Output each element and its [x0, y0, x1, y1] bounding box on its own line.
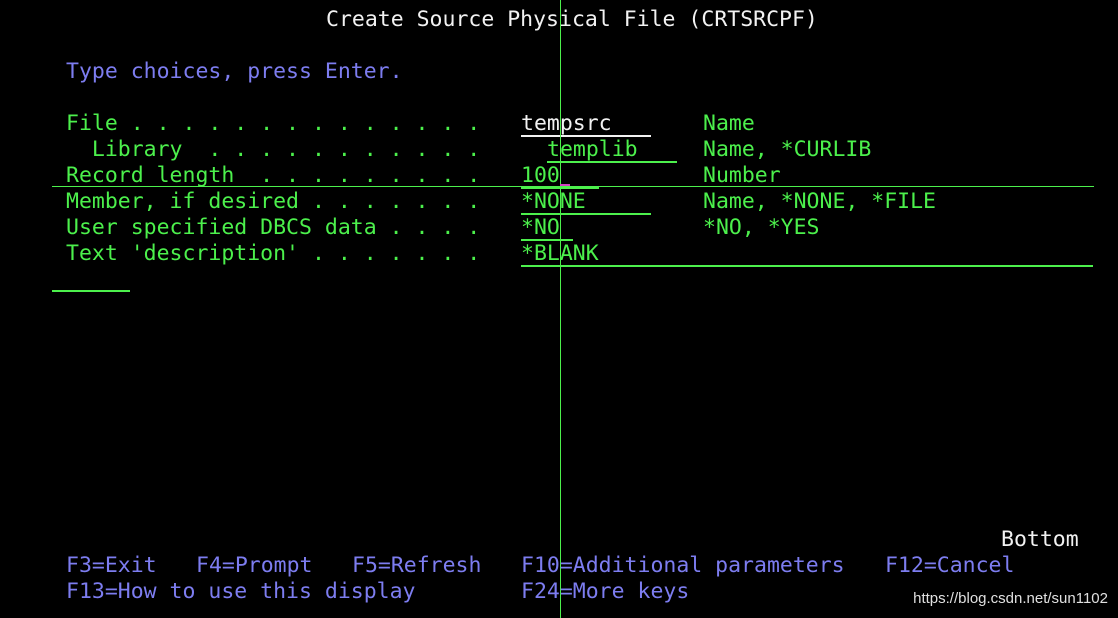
f12-cancel-key[interactable]: F12=Cancel: [885, 553, 1014, 579]
f10-additional-parameters-key[interactable]: F10=Additional parameters: [521, 553, 845, 579]
library-input[interactable]: templib: [547, 137, 677, 163]
file-input[interactable]: tempsrc: [521, 111, 651, 137]
file-hint: Name: [703, 111, 755, 136]
bottom-indicator: Bottom: [1001, 527, 1079, 552]
cursor-horizontal-line: [52, 186, 1094, 187]
text-description-input[interactable]: *BLANK: [521, 241, 1093, 267]
cursor-position-marker: [560, 184, 570, 186]
library-label: Library . . . . . . . . . . .: [66, 137, 481, 162]
library-hint: Name, *CURLIB: [703, 137, 872, 162]
text-description-continuation[interactable]: [52, 290, 130, 292]
dbcs-hint: *NO, *YES: [703, 215, 820, 240]
text-description-label: Text 'description' . . . . . . .: [66, 241, 481, 266]
dbcs-input[interactable]: *NO: [521, 215, 573, 241]
member-hint: Name, *NONE, *FILE: [703, 189, 936, 214]
watermark-text: https://blog.csdn.net/sun1102: [913, 590, 1108, 607]
f5-refresh-key[interactable]: F5=Refresh: [352, 553, 481, 579]
member-input[interactable]: *NONE: [521, 189, 651, 215]
file-label: File . . . . . . . . . . . . . .: [66, 111, 481, 136]
cursor-vertical-line: [560, 0, 561, 618]
member-label: Member, if desired . . . . . . .: [66, 189, 481, 214]
screen-title: Create Source Physical File (CRTSRCPF): [326, 7, 818, 32]
instruction-text: Type choices, press Enter.: [66, 59, 403, 84]
f3-exit-key[interactable]: F3=Exit: [66, 553, 157, 579]
dbcs-label: User specified DBCS data . . . .: [66, 215, 481, 240]
f4-prompt-key[interactable]: F4=Prompt: [196, 553, 313, 579]
f24-more-keys-key[interactable]: F24=More keys: [521, 579, 689, 605]
f13-help-key[interactable]: F13=How to use this display: [66, 579, 416, 605]
